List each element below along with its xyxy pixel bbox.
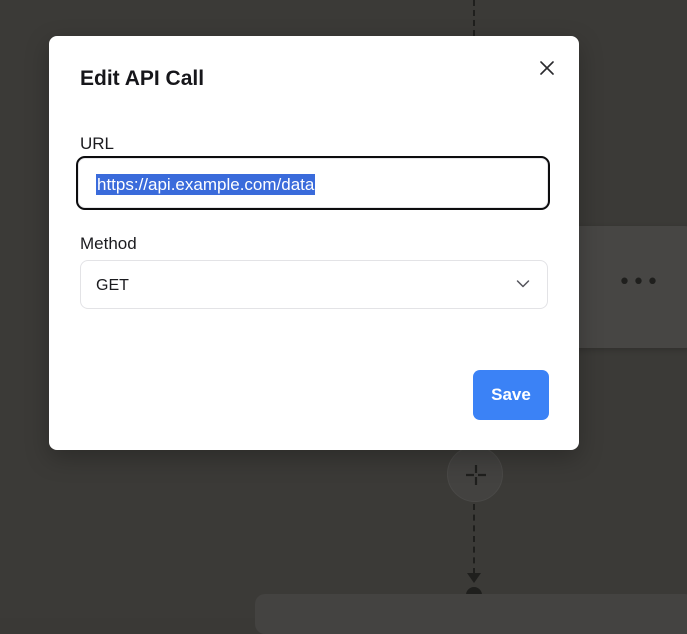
close-button[interactable] [535,56,559,80]
save-button[interactable]: Save [473,370,549,420]
method-select-value: GET [96,277,129,294]
node-more-options-icon[interactable]: ••• [618,272,660,294]
add-step-button[interactable] [447,446,503,502]
method-select[interactable]: GET [80,260,548,309]
dialog-title: Edit API Call [80,67,205,90]
url-input-value[interactable]: https://api.example.com/data [96,174,316,195]
edit-api-call-dialog: Edit API Call URL https://api.example.co… [49,36,579,450]
connector-line-bottom [473,504,475,574]
chevron-down-icon [516,280,530,288]
url-input[interactable]: https://api.example.com/data [76,156,550,210]
url-label: URL [80,134,115,153]
plus-icon [466,465,486,485]
workflow-node-card-bottom[interactable] [255,594,687,634]
connector-arrow-icon [467,573,481,583]
close-icon[interactable] [540,61,554,75]
method-label: Method [80,234,137,253]
connector-line-top [473,0,475,36]
